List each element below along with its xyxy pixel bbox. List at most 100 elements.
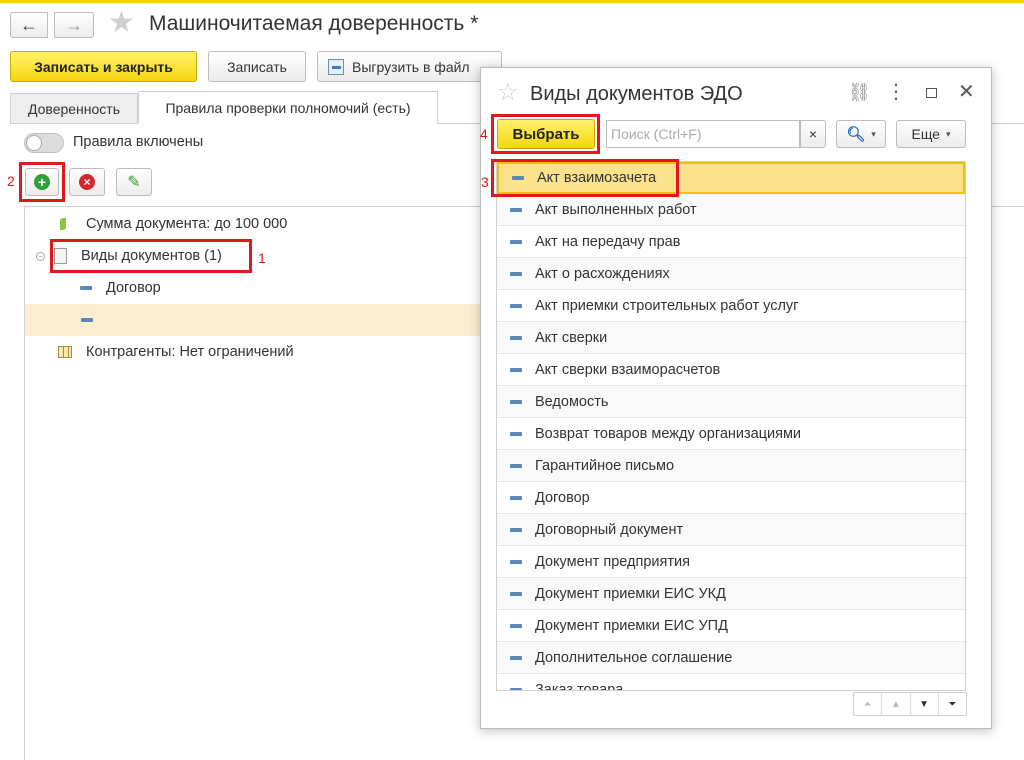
doc-types-list: Акт взаимозачета Акт выполненных работ Акт… (496, 161, 966, 691)
export-button[interactable]: Выгрузить в файл (317, 51, 502, 82)
more-button[interactable]: Еще ▾ (896, 120, 966, 148)
leaf-icon (60, 218, 66, 230)
search-input[interactable]: Поиск (Ctrl+F) (606, 120, 800, 148)
search-button[interactable]: 🔍︎ ▾ (836, 120, 886, 148)
rules-toggle[interactable] (24, 133, 64, 153)
list-item[interactable]: Акт выполненных работ (497, 194, 965, 226)
list-item[interactable]: Акт приемки строительных работ услуг (497, 290, 965, 322)
edit-rule-button[interactable]: ✎ (116, 168, 152, 196)
more-menu-icon[interactable]: ⋮ (886, 80, 906, 104)
dash-icon (510, 431, 522, 436)
scroll-up-button[interactable]: ▲ (882, 693, 911, 715)
chevron-down-icon: ▾ (945, 128, 951, 139)
table-icon (58, 346, 72, 358)
link-icon[interactable]: ⛓ (848, 82, 871, 103)
annotation-3: 3 (481, 174, 489, 190)
list-item[interactable]: Документ приемки ЕИС УКД (497, 578, 965, 610)
delete-circle-icon: × (79, 174, 95, 190)
window-title: Машиночитаемая доверенность * (149, 12, 479, 35)
list-item[interactable]: Акт о расхождениях (497, 258, 965, 290)
dash-icon (510, 495, 522, 500)
list-item-label: Акт выполненных работ (535, 201, 697, 218)
scroll-down-button[interactable]: ▼ (911, 693, 939, 715)
plus-circle-icon: + (34, 174, 50, 190)
list-item-label: Возврат товаров между организациями (535, 425, 802, 442)
top-accent-line (0, 0, 1024, 3)
forward-button[interactable]: → (54, 12, 94, 38)
list-item[interactable]: Акт сверки (497, 322, 965, 354)
annotation-2: 2 (7, 173, 15, 189)
save-button[interactable]: Записать (208, 51, 306, 82)
list-item[interactable]: Договорный документ (497, 514, 965, 546)
list-item[interactable]: Гарантийное письмо (497, 450, 965, 482)
search-placeholder: Поиск (Ctrl+F) (611, 126, 702, 142)
list-item[interactable]: Акт взаимозачета (497, 162, 965, 194)
list-item-label: Акт на передачу прав (535, 233, 681, 250)
tree-item-doc-types[interactable]: − Виды документов (1) (36, 246, 222, 266)
chevron-down-icon: ▾ (871, 128, 876, 139)
clear-icon: × (808, 126, 818, 142)
dialog-star-icon[interactable]: ☆ (497, 80, 519, 106)
dash-icon (510, 655, 522, 660)
annotation-4: 4 (480, 126, 488, 142)
tab-rules-label: Правила проверки полномочий (есть) (165, 99, 411, 116)
list-item-label: Документ предприятия (535, 553, 690, 570)
tree-item-doc-types-label: Виды документов (1) (81, 248, 222, 264)
favorite-star-icon[interactable]: ★ (108, 8, 135, 38)
document-icon (54, 248, 67, 264)
tab-dover[interactable]: Доверенность (10, 93, 138, 123)
clear-search-button[interactable]: × (800, 120, 826, 148)
select-button[interactable]: Выбрать (497, 119, 595, 149)
list-item[interactable]: Документ приемки ЕИС УПД (497, 610, 965, 642)
dash-icon (510, 271, 522, 276)
arrow-right-icon: → (65, 14, 83, 35)
rules-toggle-label: Правила включены (73, 134, 204, 150)
add-rule-button[interactable]: + (25, 168, 59, 196)
dash-icon (81, 318, 93, 322)
list-item[interactable]: Ведомость (497, 386, 965, 418)
list-item-label: Акт сверки (535, 329, 608, 346)
tree-item-dogovor[interactable]: Договор (80, 278, 161, 298)
dash-icon (510, 207, 522, 212)
dash-icon (510, 559, 522, 564)
tree-item-counterparties-label: Контрагенты: Нет ограничений (86, 344, 294, 360)
tab-rules[interactable]: Правила проверки полномочий (есть) (138, 91, 438, 124)
tree-item-new[interactable] (25, 304, 480, 336)
scroll-first-button[interactable]: ⏶ (854, 693, 883, 715)
export-file-icon (328, 58, 344, 75)
arrow-left-icon: ← (20, 14, 38, 35)
list-item[interactable]: Дополнительное соглашение (497, 642, 965, 674)
list-item-label: Акт приемки строительных работ услуг (535, 297, 799, 314)
maximize-icon[interactable] (926, 88, 937, 98)
list-item[interactable]: Возврат товаров между организациями (497, 418, 965, 450)
list-item[interactable]: Документ предприятия (497, 546, 965, 578)
list-item-label: Заказ товара (535, 681, 624, 691)
close-icon[interactable]: ✕ (958, 79, 975, 104)
dash-icon (510, 527, 522, 532)
list-item-label: Гарантийное письмо (535, 457, 675, 474)
list-item-label: Договор (535, 489, 590, 506)
dash-icon (510, 399, 522, 404)
list-item[interactable]: Акт сверки взаиморасчетов (497, 354, 965, 386)
list-item[interactable]: Акт на передачу прав (497, 226, 965, 258)
tree-item-counterparties[interactable]: Контрагенты: Нет ограничений (58, 342, 294, 362)
tree-item-sum[interactable]: Сумма документа: до 100 000 (54, 214, 287, 234)
dash-icon (510, 591, 522, 596)
more-button-label: Еще (911, 126, 940, 142)
list-item-label: Документ приемки ЕИС УПД (535, 617, 728, 634)
list-item-label: Акт сверки взаиморасчетов (535, 361, 721, 378)
save-close-button[interactable]: Записать и закрыть (10, 51, 197, 82)
list-item[interactable]: Договор (497, 482, 965, 514)
delete-rule-button[interactable]: × (69, 168, 105, 196)
list-item[interactable]: Заказ товара (497, 674, 965, 691)
list-item-label: Ведомость (535, 393, 609, 410)
dash-icon (510, 303, 522, 308)
back-button[interactable]: ← (10, 12, 48, 38)
list-item-label: Документ приемки ЕИС УКД (535, 585, 726, 602)
dash-icon (510, 335, 522, 340)
list-nav: ⏶ ▲ ▼ ⏷ (853, 692, 967, 716)
tab-dover-label: Доверенность (27, 100, 121, 117)
dash-icon (80, 286, 92, 290)
dialog-title: Виды документов ЭДО (530, 83, 743, 105)
scroll-last-button[interactable]: ⏷ (939, 693, 966, 715)
